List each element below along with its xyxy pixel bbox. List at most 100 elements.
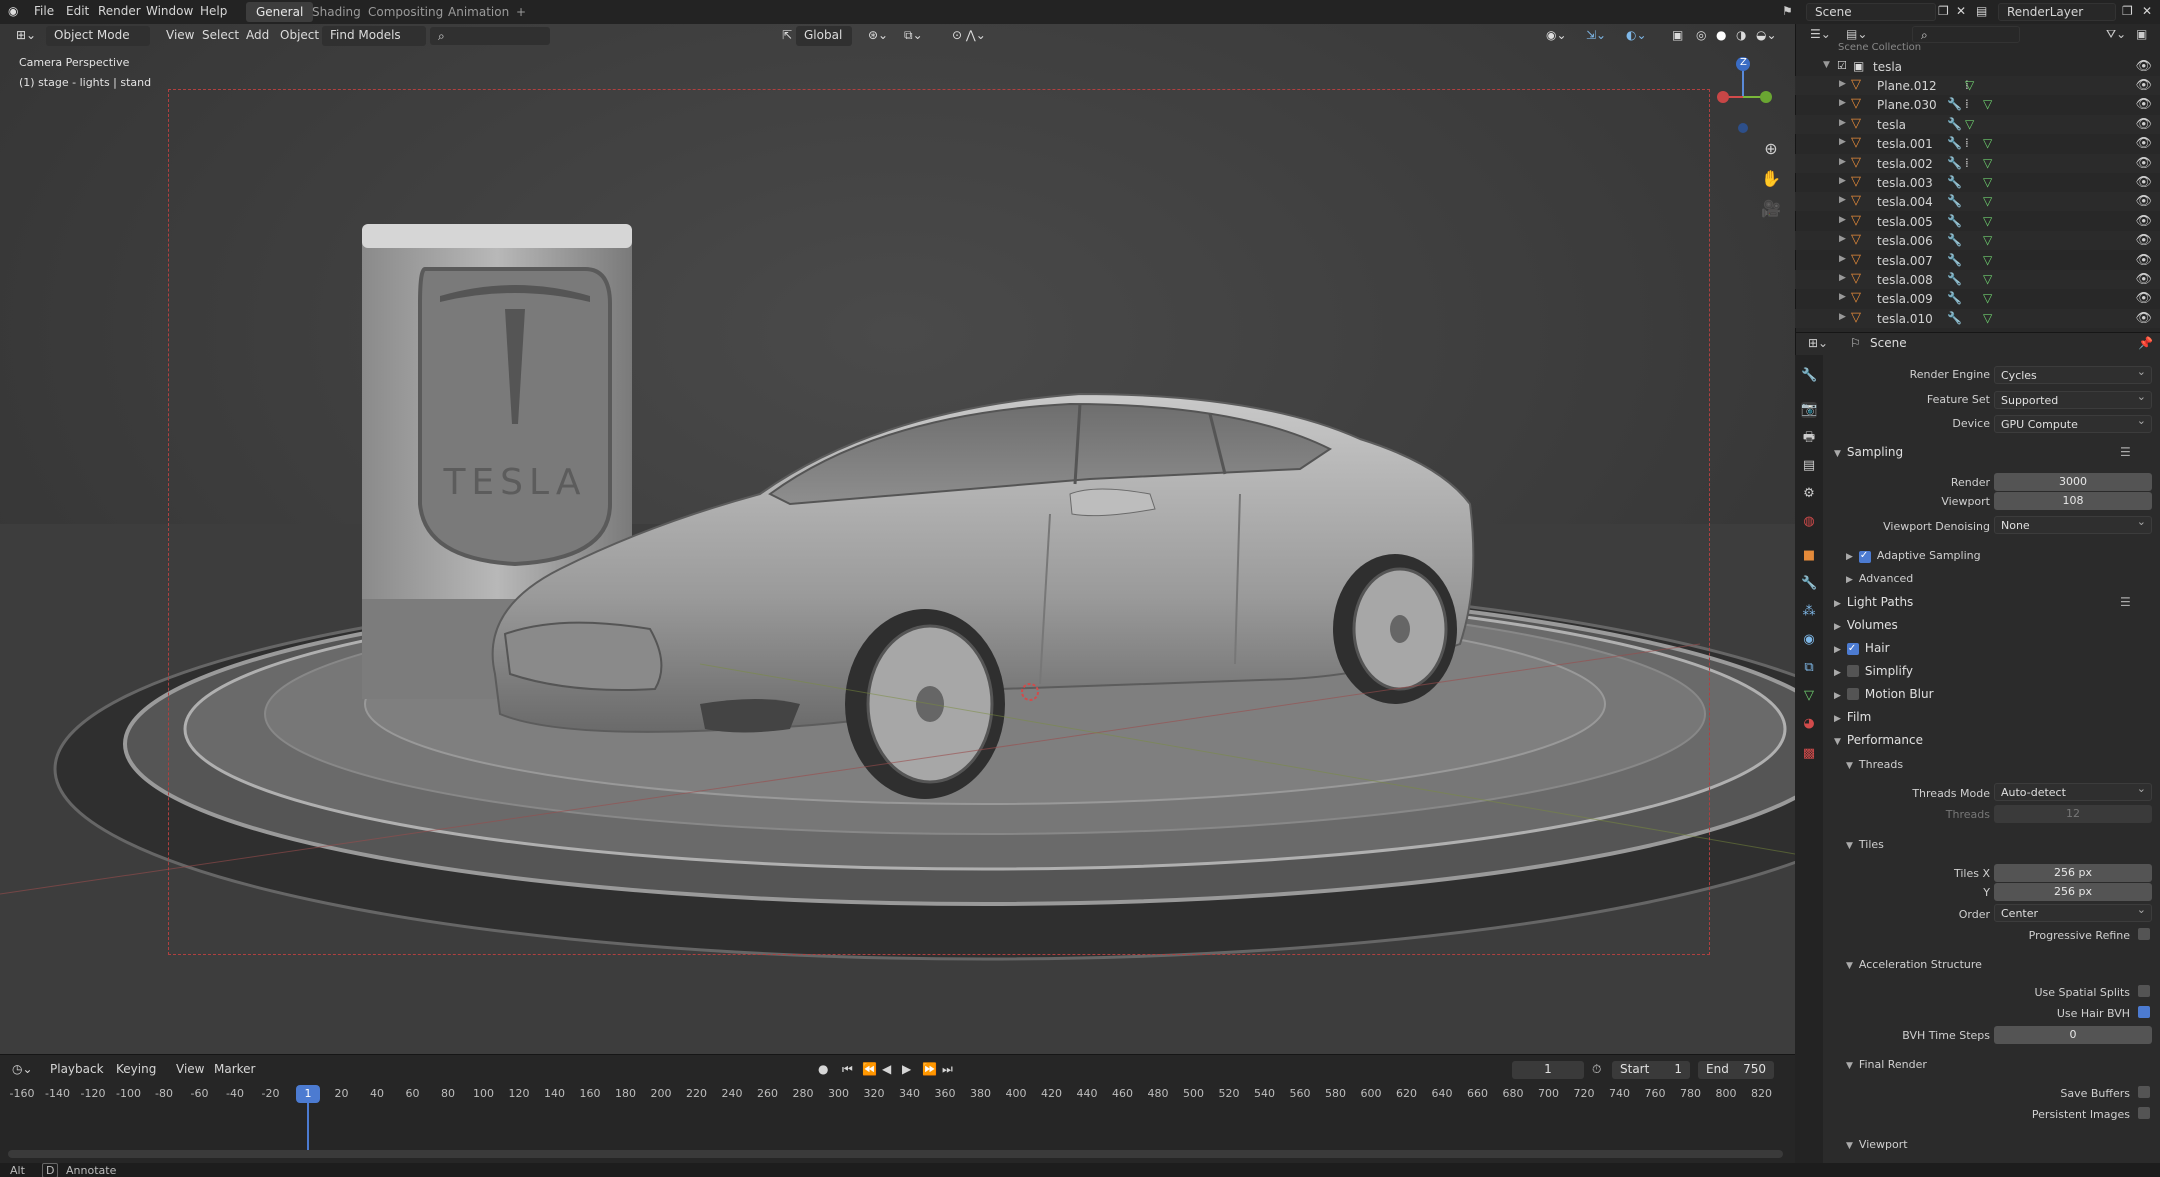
material-tab-icon[interactable]: ◕ xyxy=(1801,716,1817,732)
physics-tab-icon[interactable]: ◉ xyxy=(1801,632,1817,648)
mesh-data-icon[interactable]: ▽ xyxy=(1965,78,1974,92)
texture-tab-icon[interactable]: ▩ xyxy=(1801,746,1817,762)
presets-list-icon[interactable]: ☰ xyxy=(2120,595,2131,609)
mesh-data-icon[interactable]: ▽ xyxy=(1983,291,1992,305)
current-frame-field[interactable]: 1 xyxy=(1512,1061,1584,1079)
viewlayer-icon[interactable]: ▤ xyxy=(1976,4,1987,18)
transform-orientation-dropdown[interactable]: Global xyxy=(796,26,852,46)
transform-orientation-icon[interactable]: ⇱ xyxy=(776,26,798,46)
eye-icon[interactable]: 👁 xyxy=(2135,97,2152,112)
menu-marker[interactable]: Marker xyxy=(214,1062,255,1076)
acceleration-structure-subsection[interactable]: ▼ Acceleration Structure xyxy=(1846,958,1982,971)
menu-render[interactable]: Render xyxy=(98,4,141,18)
mesh-data-icon[interactable]: ▽ xyxy=(1983,311,1992,325)
scene-tab-icon[interactable]: ⚙ xyxy=(1801,486,1817,502)
menu-select[interactable]: Select xyxy=(196,26,245,46)
particles-tab-icon[interactable]: ⁂ xyxy=(1801,604,1817,620)
pin-icon[interactable]: 📌 xyxy=(2138,336,2153,350)
mesh-data-icon[interactable]: ▽ xyxy=(1983,194,1992,208)
outliner-object-row[interactable]: ▶ ▽ tesla 🔧 ▽ 👁 xyxy=(1795,114,2160,134)
outliner-object-row[interactable]: ▶ ▽ Plane.030 🔧 ⁞ ▽ 👁 xyxy=(1795,95,2160,114)
pivot-icon[interactable]: ⊛⌄ xyxy=(862,26,894,46)
hair-section[interactable]: ▶Hair xyxy=(1834,641,1890,655)
vertex-group-icon[interactable]: ⁞ xyxy=(1965,156,1969,170)
outliner-filter-mode-icon[interactable]: ▤⌄ xyxy=(1846,27,1867,41)
xray-icon[interactable]: ▣ xyxy=(1666,26,1689,46)
playhead[interactable]: 1 xyxy=(296,1085,320,1103)
bvh-time-steps-field[interactable]: 0 xyxy=(1994,1026,2152,1044)
timeline-editor-type-icon[interactable]: ◷⌄ xyxy=(12,1062,33,1076)
proportional-edit-icon[interactable]: ⊙ ⋀⌄ xyxy=(946,26,992,46)
mesh-data-icon[interactable]: ▽ xyxy=(1983,175,1992,189)
mesh-data-icon[interactable]: ▽ xyxy=(1983,272,1992,286)
world-tab-icon[interactable]: ◍ xyxy=(1801,514,1817,530)
use-hair-bvh-checkbox[interactable] xyxy=(2138,1006,2150,1018)
mesh-data-icon[interactable]: ▽ xyxy=(1983,253,1992,267)
viewport-denoising-dropdown[interactable]: None xyxy=(1994,515,2152,534)
render-tab-icon[interactable]: 📷 xyxy=(1801,402,1817,418)
presets-list-icon[interactable]: ☰ xyxy=(2120,445,2131,459)
vertex-group-icon[interactable]: ⁞ xyxy=(1965,97,1969,111)
light-paths-section[interactable]: ▶ Light Paths xyxy=(1834,595,1913,609)
zoom-icon[interactable]: ⊕ xyxy=(1760,138,1782,160)
modifier-icon[interactable]: 🔧 xyxy=(1947,136,1962,150)
viewport-samples-field[interactable]: 108 xyxy=(1994,492,2152,510)
mesh-data-icon[interactable]: ▽ xyxy=(1983,156,1992,170)
object-tab-icon[interactable]: ■ xyxy=(1801,548,1817,564)
advanced-subsection[interactable]: ▶ Advanced xyxy=(1846,572,1913,585)
constraints-tab-icon[interactable]: ⧉ xyxy=(1801,660,1817,676)
search-input[interactable]: ⌕ xyxy=(430,27,550,45)
outliner-object-row[interactable]: ▶ ▽ tesla.010 🔧 ▽ 👁 xyxy=(1795,308,2160,328)
viewport-subsection[interactable]: ▼ Viewport xyxy=(1846,1138,1908,1151)
modifier-icon[interactable]: 🔧 xyxy=(1947,117,1962,131)
gizmo-icon[interactable]: ⇲⌄ xyxy=(1580,26,1612,46)
preview-range-icon[interactable]: ⏱ xyxy=(1592,1062,1601,1077)
checkbox-on-icon[interactable]: ☑ xyxy=(1837,59,1847,72)
menu-add[interactable]: Add xyxy=(240,26,275,46)
render-samples-field[interactable]: 3000 xyxy=(1994,473,2152,491)
eye-icon[interactable]: 👁 xyxy=(2135,214,2152,229)
menu-help[interactable]: Help xyxy=(200,4,227,18)
modifier-icon[interactable]: 🔧 xyxy=(1947,194,1962,208)
menu-edit[interactable]: Edit xyxy=(66,4,89,18)
close-scene-icon[interactable]: ✕ xyxy=(1956,4,1966,18)
data-tab-icon[interactable]: ▽ xyxy=(1801,688,1817,704)
tiles-x-field[interactable]: 256 px xyxy=(1994,864,2152,882)
eye-icon[interactable]: 👁 xyxy=(2135,272,2152,287)
view-layer-tab-icon[interactable]: ▤ xyxy=(1801,458,1817,474)
menu-window[interactable]: Window xyxy=(146,4,193,18)
vertex-group-icon[interactable]: ⁞ xyxy=(1965,136,1969,150)
outliner-object-row[interactable]: ▶ ▽ tesla.006 🔧 ▽ 👁 xyxy=(1795,231,2160,251)
mesh-data-icon[interactable]: ▽ xyxy=(1983,97,1992,111)
jump-end-icon[interactable]: ⏭ xyxy=(942,1062,953,1077)
outliner-object-row[interactable]: ▶ ▽ tesla.005 🔧 ▽ 👁 xyxy=(1795,212,2160,231)
outliner-filter-icon[interactable]: ⛛⌄ xyxy=(2106,27,2126,42)
snap-icon[interactable]: ⧉⌄ xyxy=(898,26,929,46)
frame-ruler[interactable]: -160 -140 -120 -100 -80 -60 -40 -20 20 40 60 80 100 1… xyxy=(0,1087,1795,1105)
timeline-scrollbar[interactable] xyxy=(8,1150,1783,1158)
menu-view[interactable]: View xyxy=(160,26,200,46)
scene-icon[interactable]: ⚑ xyxy=(1782,4,1793,18)
tiles-subsection[interactable]: ▼ Tiles xyxy=(1846,838,1884,851)
menu-object[interactable]: Object xyxy=(274,26,325,46)
menu-playback[interactable]: Playback xyxy=(50,1062,104,1076)
start-frame-field[interactable]: Start 1 xyxy=(1612,1061,1690,1079)
progressive-refine-checkbox[interactable] xyxy=(2138,928,2150,940)
volumes-section[interactable]: ▶ Volumes xyxy=(1834,618,1898,632)
outliner-object-row[interactable]: ▶ ▽ tesla.003 🔧 ▽ 👁 xyxy=(1795,173,2160,192)
viewlayer-selector[interactable]: RenderLayer xyxy=(1998,3,2116,21)
outliner-object-row[interactable]: ▶ ▽ tesla.009 🔧 ▽ 👁 xyxy=(1795,289,2160,308)
motion-blur-section[interactable]: ▶ Motion Blur xyxy=(1834,687,1934,701)
render-engine-dropdown[interactable]: Cycles xyxy=(1994,365,2152,384)
outliner-search-input[interactable]: ⌕ xyxy=(1912,26,2020,43)
eye-icon[interactable]: 👁 xyxy=(2135,233,2152,248)
play-icon[interactable]: ▶ xyxy=(902,1062,911,1076)
tool-tab-icon[interactable]: 🔧 xyxy=(1801,368,1817,384)
blender-logo-icon[interactable]: ◉ xyxy=(8,4,18,18)
modifier-icon[interactable]: 🔧 xyxy=(1947,175,1962,189)
end-frame-field[interactable]: End 750 xyxy=(1698,1061,1774,1079)
eye-icon[interactable]: 👁 xyxy=(2135,136,2152,151)
feature-set-dropdown[interactable]: Supported xyxy=(1994,390,2152,409)
final-render-subsection[interactable]: ▼ Final Render xyxy=(1846,1058,1927,1071)
mesh-data-icon[interactable]: ▽ xyxy=(1983,214,1992,228)
